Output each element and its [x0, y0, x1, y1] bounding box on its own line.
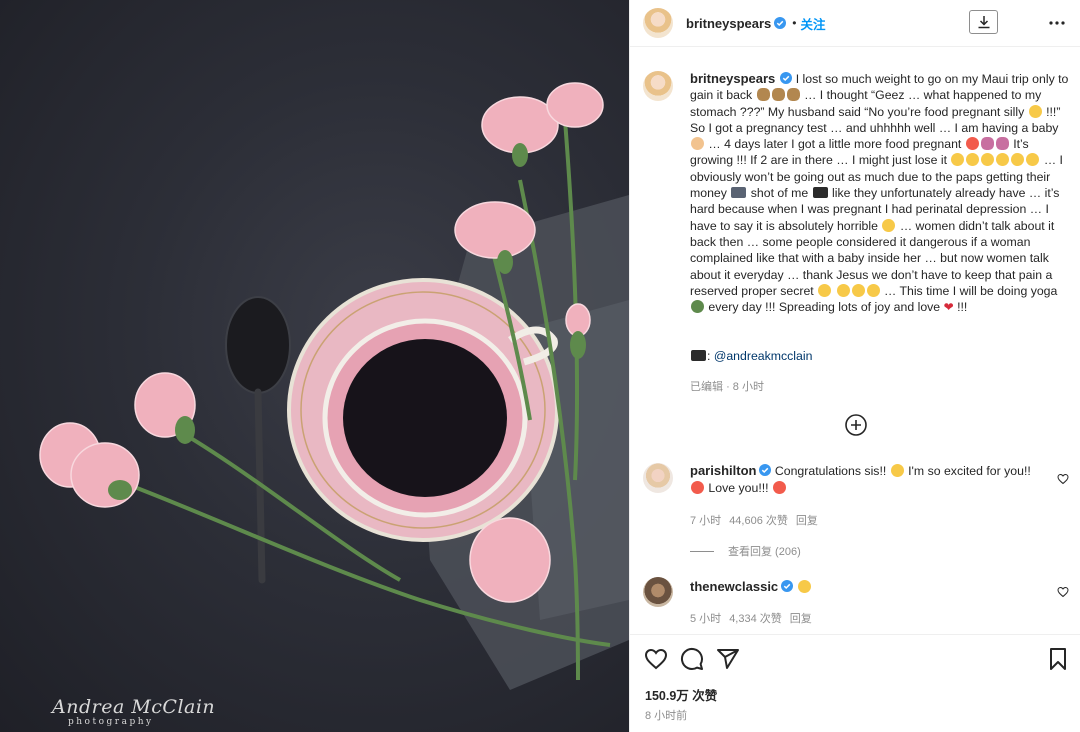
commenter-username[interactable]: thenewclassic	[690, 579, 778, 594]
verified-badge-icon	[759, 464, 772, 476]
like-count[interactable]: 150.9万 次赞	[645, 685, 717, 704]
baby-emoji-icon	[691, 137, 704, 151]
comment-text: parishilton Congratulations sis!! I'm so…	[690, 463, 1040, 496]
comment-time: 5 小时	[690, 613, 722, 625]
edited-separator: ·	[726, 381, 730, 393]
more-options-button[interactable]	[1046, 13, 1068, 33]
replies-divider	[690, 550, 714, 552]
caption-segment: … This time I will be doing yoga	[883, 283, 1058, 298]
see-no-evil-monkey-emoji-icon	[771, 88, 785, 102]
caption-segment: … 4 days later I got a little more food …	[708, 137, 962, 152]
heart-eyes-emoji-icon	[691, 480, 704, 494]
action-bar: 150.9万 次赞 8 小时前	[630, 634, 1080, 732]
load-more-comments-icon[interactable]	[844, 413, 868, 437]
grinning-face-emoji-icon	[866, 283, 880, 297]
reply-button[interactable]: 回复	[790, 610, 812, 626]
sad-face-emoji-icon	[882, 218, 896, 232]
caption-username[interactable]: britneyspears	[690, 71, 775, 86]
post-caption: britneyspears I lost so much weight to g…	[643, 71, 1073, 315]
author-avatar[interactable]	[643, 8, 673, 38]
grinning-face-emoji-icon	[1011, 153, 1025, 167]
caption-segment: shot of me	[750, 186, 809, 201]
party-face-emoji-icon	[890, 464, 904, 477]
photo-watermark: Andrea McClain photography	[52, 697, 215, 727]
reply-button[interactable]: 回复	[796, 512, 818, 528]
comment: thenewclassic	[643, 577, 1073, 607]
author-username[interactable]: britneyspears	[686, 16, 771, 31]
grinning-face-emoji-icon	[1026, 153, 1040, 167]
hearts-face-emoji-icon	[773, 480, 787, 494]
verified-badge-icon	[774, 17, 787, 29]
share-icon[interactable]	[716, 647, 740, 671]
worried-face-emoji-icon	[818, 283, 832, 297]
see-no-evil-monkey-emoji-icon	[756, 88, 770, 102]
commenter-username[interactable]: parishilton	[690, 463, 756, 478]
monkey-emoji-icon	[995, 137, 1009, 151]
grinning-face-emoji-icon	[836, 283, 850, 297]
yoga-emoji-icon	[691, 300, 704, 314]
comment-like-icon[interactable]	[1057, 473, 1069, 485]
comment-like-icon[interactable]	[1057, 586, 1069, 598]
caption-text: britneyspears I lost so much weight to g…	[690, 71, 1073, 315]
comment-time: 7 小时	[690, 515, 722, 527]
edited-info: 已编辑 · 8 小时	[690, 378, 764, 394]
post-time: 8 小时前	[645, 710, 688, 722]
grinning-face-emoji-icon	[966, 153, 980, 167]
see-no-evil-monkey-emoji-icon	[786, 88, 800, 102]
post-header: britneyspears • 关注	[630, 0, 1080, 47]
caption-segment: !!!	[957, 300, 968, 315]
photo-illustration	[39, 82, 629, 690]
commenter-avatar[interactable]	[643, 463, 673, 493]
header-separator: •	[792, 16, 797, 30]
camera-emoji-icon	[691, 350, 706, 361]
download-button[interactable]	[969, 10, 998, 34]
heart-emoji-icon: ❤	[943, 300, 954, 315]
comment-meta: 5 小时 4,334 次赞 回复	[690, 610, 812, 626]
comment-segment: Congratulations sis!!	[774, 464, 887, 478]
view-replies[interactable]: 查看回复 (206)	[690, 543, 801, 559]
caption-avatar[interactable]	[643, 71, 673, 101]
comment-icon[interactable]	[680, 647, 704, 671]
watermark-subtitle: photography	[68, 717, 154, 727]
edited-time: 8 小时	[732, 381, 764, 393]
verified-badge-icon	[780, 72, 793, 84]
grinning-face-emoji-icon	[996, 153, 1010, 167]
credit-link[interactable]: @andreakmcclain	[714, 349, 813, 363]
download-icon	[978, 16, 989, 29]
caption-segment: every day !!! Spreading lots of joy and …	[708, 300, 941, 315]
instagram-post: Andrea McClain photography britneyspears…	[0, 0, 1080, 732]
commenter-avatar[interactable]	[643, 577, 673, 607]
photo-credit: : @andreakmcclain	[690, 349, 812, 363]
grinning-face-emoji-icon	[951, 153, 965, 167]
post-photo[interactable]: Andrea McClain photography	[0, 0, 629, 732]
monkey-emoji-icon	[980, 137, 994, 151]
comment-segment: I'm so excited for you!!	[908, 464, 1031, 478]
comment-likes[interactable]: 4,334 次赞	[729, 610, 782, 626]
tongue-face-emoji-icon	[1028, 104, 1042, 118]
comment-likes[interactable]: 44,606 次赞	[729, 512, 788, 528]
edited-label: 已编辑	[690, 381, 723, 393]
money-emoji-icon	[731, 187, 747, 199]
comment-meta: 7 小时 44,606 次赞 回复	[690, 512, 818, 528]
pregnant-woman-emoji-icon	[965, 137, 979, 151]
verified-badge-icon	[781, 580, 794, 592]
follow-button[interactable]: 关注	[800, 14, 825, 33]
camera-emoji-icon	[812, 187, 828, 199]
view-replies-label[interactable]: 查看回复 (206)	[728, 543, 801, 559]
like-heart-icon[interactable]	[644, 647, 668, 671]
comment-segment: Love you!!!	[708, 480, 769, 495]
save-bookmark-icon[interactable]	[1046, 647, 1070, 671]
post-side-panel: britneyspears • 关注 britneyspears I lost …	[629, 0, 1080, 732]
grinning-face-emoji-icon	[851, 283, 865, 297]
watermark-name: Andrea McClain	[52, 696, 216, 718]
grinning-face-emoji-icon	[981, 153, 995, 167]
comment: parishilton Congratulations sis!! I'm so…	[643, 463, 1073, 496]
comment-text: thenewclassic	[690, 577, 1040, 607]
party-face-emoji-icon	[797, 580, 811, 593]
more-options-icon	[1049, 21, 1065, 25]
